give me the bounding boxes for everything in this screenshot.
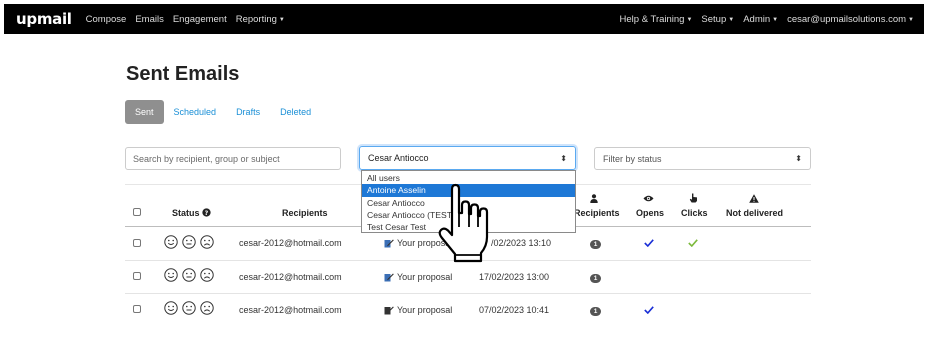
opened-check-icon	[644, 306, 654, 314]
edit-document-icon	[384, 239, 394, 247]
recipient-count-badge: 1	[590, 274, 601, 283]
status-faces	[164, 301, 214, 315]
caret-down-icon: ▼	[686, 16, 693, 23]
user-filter-select[interactable]: Cesar Antiocco ⬍	[359, 146, 576, 170]
clicked-check-icon	[688, 239, 698, 247]
sent-date: /02/2023 13:10	[491, 238, 552, 248]
nav-user-account[interactable]: cesar@upmailsolutions.com ▼	[787, 14, 914, 25]
edit-document-icon	[384, 273, 394, 281]
warning-icon	[749, 194, 759, 203]
caret-down-icon: ▼	[278, 16, 285, 23]
updown-arrows-icon: ⬍	[795, 154, 802, 163]
header-status: Status ?	[172, 208, 211, 218]
status-select-placeholder: Filter by status	[603, 153, 662, 164]
page-title: Sent Emails	[126, 63, 240, 85]
frown-face-icon	[200, 301, 214, 315]
user-icon	[590, 194, 598, 203]
header-clicks: Clicks	[681, 208, 708, 218]
email-tabs: Sent Scheduled Drafts Deleted	[125, 100, 321, 124]
row-checkbox[interactable]	[133, 305, 141, 313]
nav-engagement[interactable]: Engagement	[173, 14, 227, 25]
recipient-count-badge: 1	[590, 240, 601, 249]
question-circle-icon[interactable]: ?	[202, 208, 211, 217]
neutral-face-icon	[182, 235, 196, 249]
status-faces	[164, 235, 214, 249]
status-faces	[164, 268, 214, 282]
user-select-value: Cesar Antiocco	[368, 153, 429, 163]
tab-scheduled[interactable]: Scheduled	[164, 107, 227, 117]
header-not-delivered: Not delivered	[726, 208, 784, 218]
smile-icon	[164, 235, 178, 249]
recipient-email: cesar-2012@hotmail.com	[239, 238, 342, 248]
nav-admin[interactable]: Admin ▼	[743, 14, 778, 25]
hand-cursor-icon	[438, 183, 489, 263]
recipient-email: cesar-2012@hotmail.com	[239, 272, 342, 282]
caret-down-icon: ▼	[772, 16, 779, 23]
eye-icon	[643, 195, 654, 202]
recipient-count-badge: 1	[590, 307, 601, 316]
frown-face-icon	[200, 268, 214, 282]
nav-emails[interactable]: Emails	[135, 14, 164, 25]
recipient-email: cesar-2012@hotmail.com	[239, 305, 342, 315]
nav-help-training[interactable]: Help & Training ▼	[620, 14, 693, 25]
svg-text:?: ?	[205, 210, 209, 217]
header-opens: Opens	[636, 208, 665, 218]
sent-date: 07/02/2023 10:41	[479, 305, 550, 315]
smile-icon	[164, 301, 178, 315]
select-all-checkbox[interactable]	[133, 208, 141, 216]
frown-face-icon	[200, 235, 214, 249]
updown-arrows-icon: ⬍	[560, 153, 567, 163]
tab-deleted[interactable]: Deleted	[270, 107, 321, 117]
opened-check-icon	[644, 239, 654, 247]
nav-compose[interactable]: Compose	[86, 14, 127, 25]
caret-down-icon: ▼	[728, 16, 735, 23]
header-recipients-count: Recipients	[574, 208, 620, 218]
edit-document-icon	[384, 306, 394, 314]
neutral-face-icon	[182, 301, 196, 315]
subject-link[interactable]: Your proposal	[384, 272, 452, 282]
row-checkbox[interactable]	[133, 239, 141, 247]
brand-logo[interactable]: upmail	[16, 10, 72, 28]
account-nav: Help & Training ▼ Setup ▼ Admin ▼ cesar@upm…	[620, 14, 914, 25]
pointer-hand-icon	[689, 193, 697, 203]
caret-down-icon: ▼	[908, 16, 914, 23]
nav-reporting[interactable]: Reporting ▼	[236, 14, 285, 25]
tab-drafts[interactable]: Drafts	[226, 107, 270, 117]
nav-setup[interactable]: Setup ▼	[701, 14, 734, 25]
main-nav: Compose Emails Engagement Reporting ▼	[86, 14, 285, 25]
smile-icon	[164, 268, 178, 282]
sent-date: 17/02/2023 13:00	[479, 272, 550, 282]
search-input[interactable]	[125, 147, 341, 170]
row-checkbox[interactable]	[133, 272, 141, 280]
subject-link[interactable]: Your proposal	[384, 305, 452, 315]
tab-sent[interactable]: Sent	[125, 100, 164, 124]
status-filter-select[interactable]: Filter by status ⬍	[594, 147, 811, 170]
row-divider	[125, 293, 811, 294]
neutral-face-icon	[182, 268, 196, 282]
top-navbar: upmail Compose Emails Engagement Reporti…	[4, 4, 924, 34]
header-recipients: Recipients	[282, 208, 328, 218]
